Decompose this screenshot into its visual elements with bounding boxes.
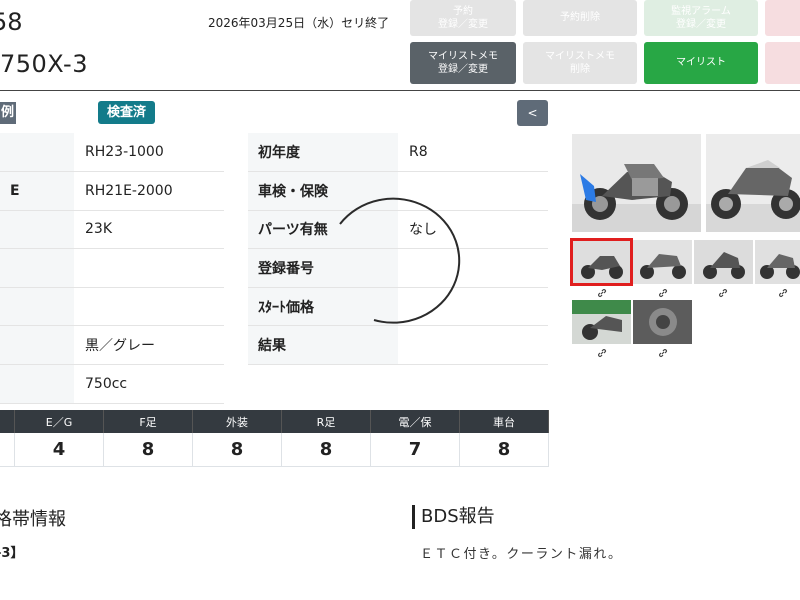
- mylist-memo-label: マイリストメモ 登録／変更: [428, 50, 498, 76]
- photo-thumb-2[interactable]: [633, 240, 692, 284]
- model-name: 750X-3: [0, 50, 88, 78]
- spec-left-value: RH21E-2000: [74, 171, 224, 211]
- badge-partial: 例: [0, 102, 16, 124]
- link-icon[interactable]: [658, 348, 668, 358]
- bds-report-text: ＥＴＣ付き。クーラント漏れ。: [420, 547, 623, 562]
- loading-spinner-icon: [339, 197, 461, 324]
- link-icon[interactable]: [597, 348, 607, 358]
- spec-left-label: E: [0, 171, 74, 211]
- reserve-delete-label: 予約削除: [560, 12, 600, 24]
- mylist-memo-button[interactable]: マイリストメモ 登録／変更: [410, 42, 516, 84]
- link-icon[interactable]: [597, 288, 607, 298]
- mylist-memo-delete-label: マイリストメモ 削除: [545, 50, 615, 76]
- alarm-button[interactable]: 監視アラーム 登録／変更: [644, 0, 758, 36]
- photo-thumb-6[interactable]: [633, 300, 692, 344]
- link-icon[interactable]: [658, 288, 668, 298]
- bds-report-title: BDS報告: [412, 505, 495, 529]
- grade-header: 外装: [192, 410, 282, 433]
- spec-gap: [224, 133, 248, 172]
- grade-header: R足: [281, 410, 371, 433]
- spec-left-value: 750cc: [74, 364, 224, 404]
- auction-end-date: 2026年03月25日（水）セリ終了: [208, 16, 390, 30]
- spec-left-label: [0, 133, 74, 173]
- spec-row: 黒／グレー 結果: [0, 325, 548, 366]
- spec-right-value: [398, 325, 548, 366]
- reserve-button-label: 予約 登録／変更: [438, 5, 488, 31]
- alarm-button-label: 監視アラーム 登録／変更: [671, 5, 731, 31]
- spec-left-value: RH23-1000: [74, 133, 224, 173]
- main-photo-right[interactable]: [706, 134, 800, 232]
- grade-value: 4: [14, 433, 104, 467]
- grade-header: 車台: [459, 410, 549, 433]
- main-photo-left[interactable]: [572, 134, 701, 232]
- photo-thumb-5[interactable]: [572, 300, 631, 344]
- spec-right-value: R8: [398, 133, 548, 173]
- mylist-memo-delete-button[interactable]: マイリストメモ 削除: [523, 42, 637, 84]
- grade-table: E／G F足 外装 R足 電／保 車台 488878: [0, 410, 549, 467]
- spec-gap: [224, 287, 248, 326]
- spec-row: 750cc: [0, 364, 548, 404]
- grade-value: 8: [459, 433, 549, 467]
- reserve-delete-button[interactable]: 予約削除: [523, 0, 637, 36]
- mylist-label: マイリスト: [676, 57, 726, 69]
- spec-left-label: [0, 287, 74, 327]
- grade-header: 電／保: [370, 410, 460, 433]
- spec-right-label: 結果: [248, 325, 398, 366]
- grade-header: F足: [103, 410, 193, 433]
- spec-gap: [224, 325, 248, 365]
- spec-gap: [224, 248, 248, 288]
- spec-right-value: [398, 364, 548, 404]
- grade-value: 8: [192, 433, 282, 467]
- spec-left-value: 黒／グレー: [74, 325, 224, 366]
- spec-left-value: 23K: [74, 210, 224, 250]
- header-divider: [0, 90, 800, 91]
- grade-header: [0, 410, 15, 433]
- spec-left-label: [0, 364, 74, 404]
- price-range-line: -3】: [0, 546, 24, 561]
- spec-left-value: [74, 248, 224, 288]
- grade-value: [0, 433, 15, 467]
- photo-thumb-3[interactable]: [694, 240, 753, 284]
- spec-right-label: 初年度: [248, 133, 398, 173]
- spec-left-label: [0, 210, 74, 250]
- spec-right-label: [248, 364, 398, 404]
- spec-left-label: [0, 325, 74, 366]
- inspected-badge: 検査済: [98, 101, 155, 124]
- link-icon[interactable]: [778, 288, 788, 298]
- spec-gap: [224, 364, 248, 404]
- grade-value: 7: [370, 433, 460, 467]
- collapse-button[interactable]: <: [517, 100, 548, 126]
- extra-button-bottom[interactable]: [765, 42, 800, 84]
- lot-number: 58: [0, 8, 23, 36]
- link-icon[interactable]: [718, 288, 728, 298]
- reserve-button[interactable]: 予約 登録／変更: [410, 0, 516, 36]
- spec-row: RH23-1000 初年度 R8: [0, 133, 548, 173]
- spec-left-value: [74, 287, 224, 327]
- photo-thumb-4[interactable]: [755, 240, 800, 284]
- grade-value: 8: [103, 433, 193, 467]
- grade-header: E／G: [14, 410, 104, 433]
- extra-button-top[interactable]: [765, 0, 800, 36]
- spec-gap: [224, 210, 248, 249]
- photo-thumb-1[interactable]: [570, 238, 633, 286]
- spec-gap: [224, 171, 248, 211]
- grade-value: 8: [281, 433, 371, 467]
- mylist-button[interactable]: マイリスト: [644, 42, 758, 84]
- price-range-title: 格帯情報: [0, 509, 66, 530]
- spec-left-label: [0, 248, 74, 288]
